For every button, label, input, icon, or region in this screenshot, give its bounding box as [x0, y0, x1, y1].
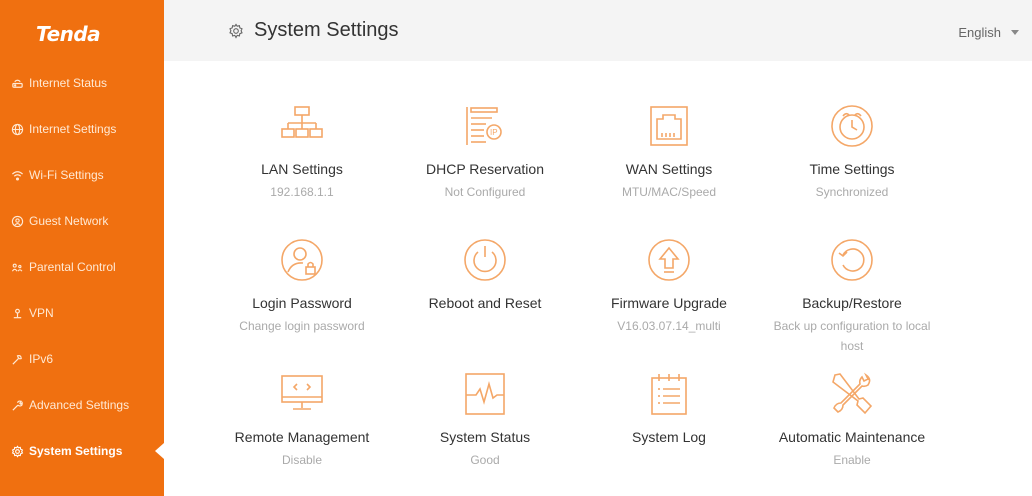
card-label: Remote Management [234, 429, 370, 445]
card-status: Change login password [239, 319, 365, 333]
card-status: MTU/MAC/Speed [621, 185, 717, 199]
system-log-card[interactable]: System Log [579, 371, 759, 450]
card-status: Not Configured [444, 185, 526, 199]
gear-icon [228, 23, 244, 39]
sidebar-item-label: VPN [29, 306, 54, 320]
card-status: Good [470, 453, 500, 467]
vpn-icon [10, 306, 24, 320]
card-status: 192.168.1.1 [270, 185, 334, 199]
pulse-monitor-icon [465, 373, 505, 415]
guest-icon [10, 214, 24, 228]
lan-settings-card[interactable]: LAN Settings 192.168.1.1 [212, 103, 392, 202]
language-select[interactable]: English [958, 25, 1001, 40]
alarm-clock-icon [831, 105, 873, 147]
sidebar-item-ipv6[interactable]: IPv6 [0, 336, 164, 382]
sidebar-item-label: Wi-Fi Settings [29, 168, 104, 182]
globe-icon [10, 122, 24, 136]
dhcp-reservation-card[interactable]: IP DHCP Reservation Not Configured [395, 103, 575, 202]
wifi-icon [10, 168, 24, 182]
card-label: Reboot and Reset [428, 295, 542, 311]
sidebar-item-internet-status[interactable]: Internet Status [0, 60, 164, 106]
settings-grid: LAN Settings 192.168.1.1 IP DHCP Reserva… [164, 61, 1032, 496]
sidebar-item-label: Internet Settings [29, 122, 117, 136]
sidebar: Tenda Internet Status Internet Settings … [0, 0, 164, 496]
wrench-icon [10, 398, 24, 412]
card-label: Firmware Upgrade [611, 295, 727, 311]
card-status: V16.03.07.14_multi [617, 319, 721, 333]
time-settings-card[interactable]: Time Settings Synchronized [762, 103, 942, 202]
ethernet-port-icon [650, 106, 688, 146]
page-title: System Settings [254, 19, 399, 41]
backup-restore-icon [831, 239, 873, 281]
sidebar-item-label: IPv6 [29, 352, 54, 366]
svg-text:IP: IP [490, 128, 498, 137]
gear-icon [10, 444, 24, 458]
card-status: Back up configuration to local host [773, 319, 931, 353]
sidebar-item-advanced-settings[interactable]: Advanced Settings [0, 382, 164, 428]
tenda-logo: Tenda [36, 22, 101, 46]
sidebar-item-system-settings[interactable]: System Settings [0, 428, 164, 474]
card-label: DHCP Reservation [425, 161, 544, 177]
backup-restore-card[interactable]: Backup/Restore Back up configuration to … [762, 237, 942, 356]
tools-icon [832, 372, 873, 415]
sidebar-item-label: Advanced Settings [29, 398, 130, 412]
user-lock-icon [281, 239, 323, 281]
network-tree-icon [281, 106, 323, 138]
remote-management-card[interactable]: Remote Management Disable [212, 371, 392, 470]
card-label: WAN Settings [625, 161, 713, 177]
card-label: LAN Settings [261, 161, 343, 177]
sidebar-item-internet-settings[interactable]: Internet Settings [0, 106, 164, 152]
card-label: System Log [632, 429, 706, 445]
chevron-down-icon[interactable] [1011, 30, 1019, 35]
card-status: Disable [281, 453, 323, 467]
card-status: Enable [833, 453, 871, 467]
ipv6-icon [10, 352, 24, 366]
card-label: Backup/Restore [802, 295, 902, 311]
card-label: System Status [439, 429, 531, 445]
wan-settings-card[interactable]: WAN Settings MTU/MAC/Speed [579, 103, 759, 202]
power-icon [464, 239, 506, 281]
sidebar-item-label: System Settings [29, 444, 123, 458]
ip-list-icon: IP [466, 107, 502, 145]
automatic-maintenance-card[interactable]: Automatic Maintenance Enable [762, 371, 942, 470]
sidebar-item-parental-control[interactable]: Parental Control [0, 244, 164, 290]
card-label: Time Settings [809, 161, 895, 177]
firmware-upgrade-card[interactable]: Firmware Upgrade V16.03.07.14_multi [579, 237, 759, 336]
router-icon [10, 76, 24, 90]
sidebar-item-label: Guest Network [29, 214, 109, 228]
login-password-card[interactable]: Login Password Change login password [212, 237, 392, 336]
sidebar-nav: Internet Status Internet Settings Wi-Fi … [0, 60, 164, 474]
sidebar-item-label: Internet Status [29, 76, 108, 90]
card-status: Synchronized [815, 185, 889, 199]
sidebar-item-guest-network[interactable]: Guest Network [0, 198, 164, 244]
card-label: Login Password [252, 295, 352, 311]
reboot-reset-card[interactable]: Reboot and Reset [395, 237, 575, 316]
parental-icon [10, 260, 24, 274]
log-clipboard-icon [651, 374, 687, 415]
remote-monitor-icon [281, 375, 323, 410]
sidebar-item-wifi-settings[interactable]: Wi-Fi Settings [0, 152, 164, 198]
card-label: Automatic Maintenance [778, 429, 926, 445]
sidebar-item-vpn[interactable]: VPN [0, 290, 164, 336]
sidebar-item-label: Parental Control [29, 260, 116, 274]
header: System Settings English [164, 0, 1032, 61]
upgrade-arrow-icon [648, 239, 690, 281]
system-status-card[interactable]: System Status Good [395, 371, 575, 470]
